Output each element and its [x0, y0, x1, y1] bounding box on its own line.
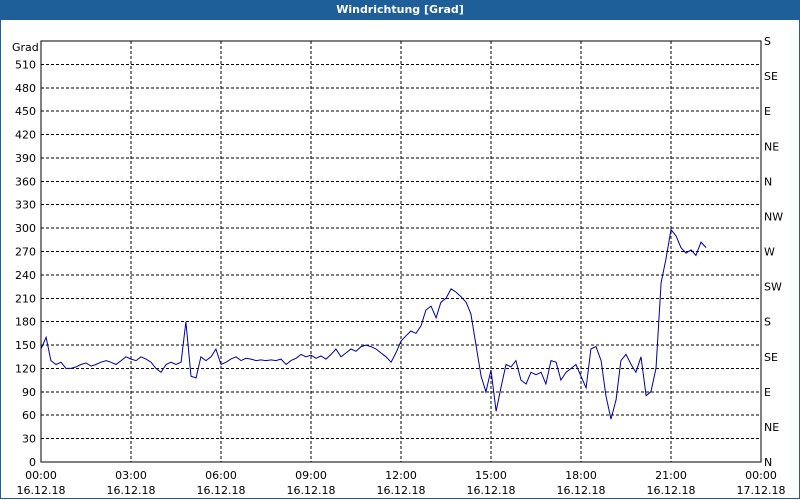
y-tick-label: 480 [15, 82, 36, 95]
y-tick-label: 60 [22, 409, 36, 422]
y-tick-label: 450 [15, 105, 36, 118]
x-tick-time: 03:00 [115, 469, 147, 482]
x-tick-time: 12:00 [385, 469, 417, 482]
x-tick-date: 17.12.18 [737, 484, 786, 497]
x-tick-date: 16.12.18 [17, 484, 66, 497]
compass-tick-label: N [764, 456, 772, 469]
y-tick-label: 360 [15, 175, 36, 188]
y-tick-label: 510 [15, 58, 36, 71]
compass-tick-label: E [764, 105, 771, 118]
y-tick-label: 90 [22, 386, 36, 399]
compass-tick-label: S [764, 316, 771, 329]
compass-tick-label: SE [764, 351, 778, 364]
x-tick-time: 18:00 [565, 469, 597, 482]
y-tick-label: 420 [15, 129, 36, 142]
x-tick-time: 06:00 [205, 469, 237, 482]
compass-tick-label: SE [764, 70, 778, 83]
x-tick-date: 16.12.18 [197, 484, 246, 497]
compass-tick-label: NE [764, 140, 779, 153]
y-tick-label: 390 [15, 152, 36, 165]
y-tick-label: 120 [15, 362, 36, 375]
grid-layer [41, 40, 761, 462]
y-axis-label: Grad [12, 41, 39, 54]
y-tick-label: 330 [15, 199, 36, 212]
x-tick-date: 16.12.18 [647, 484, 696, 497]
compass-tick-label: S [764, 35, 771, 48]
y-tick-label: 210 [15, 292, 36, 305]
wind-direction-chart: 0 30 60 90 120 150 180 210 240 270 300 330 360 390 420… [12, 35, 786, 497]
compass-tick-label: N [764, 175, 772, 188]
series-layer [40, 228, 707, 420]
y-tick-label: 180 [15, 316, 36, 329]
x-tick-time: 21:00 [655, 469, 687, 482]
compass-tick-label: SW [764, 281, 782, 294]
wind-direction-series-line [40, 228, 707, 420]
x-tick-date: 16.12.18 [107, 484, 156, 497]
compass-tick-label: W [764, 246, 775, 259]
compass-tick-label: NW [764, 210, 783, 223]
x-tick-time: 00:00 [745, 469, 777, 482]
y-tick-label: 300 [15, 222, 36, 235]
y-tick-label: 30 [22, 433, 36, 446]
y-tick-label: 240 [15, 269, 36, 282]
x-tick-time: 00:00 [25, 469, 57, 482]
y-tick-label: 150 [15, 339, 36, 352]
y-tick-label: 270 [15, 246, 36, 259]
compass-tick-label: E [764, 386, 771, 399]
x-tick-time: 09:00 [295, 469, 327, 482]
x-tick-date: 16.12.18 [557, 484, 606, 497]
compass-tick-label: NE [764, 421, 779, 434]
x-tick-time: 15:00 [475, 469, 507, 482]
x-tick-date: 16.12.18 [287, 484, 336, 497]
x-tick-date: 16.12.18 [377, 484, 426, 497]
x-tick-date: 16.12.18 [467, 484, 516, 497]
y-tick-label: 0 [29, 456, 36, 469]
